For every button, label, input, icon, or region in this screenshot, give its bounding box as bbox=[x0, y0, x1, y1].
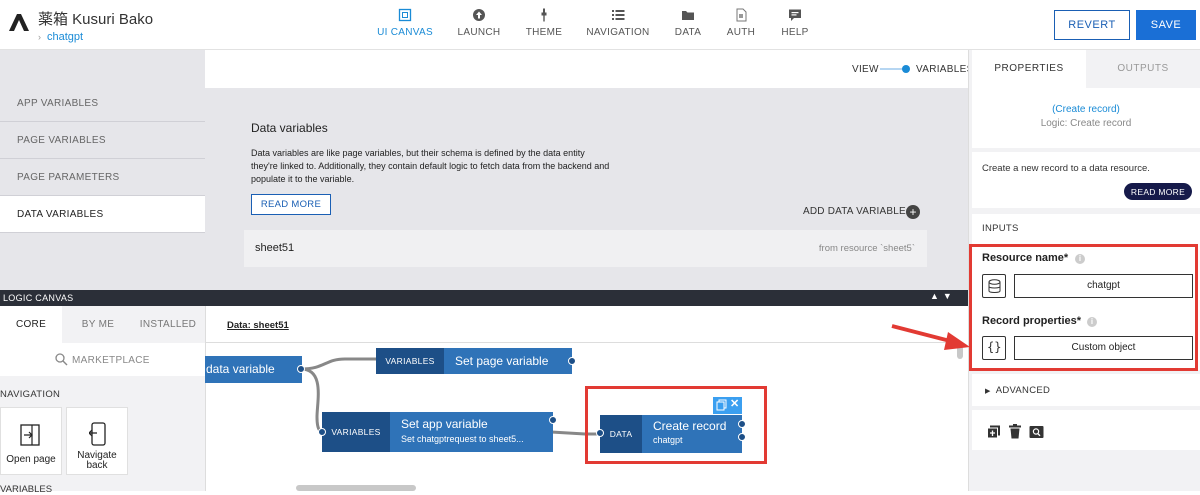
sidebar-item-page-parameters[interactable]: PAGE PARAMETERS bbox=[0, 159, 205, 196]
data-variable-row[interactable]: sheet51 from resource `sheet5` bbox=[244, 230, 927, 267]
launch-icon bbox=[473, 9, 485, 21]
node-title: Set page variable bbox=[455, 354, 549, 368]
node-tag: VARIABLES bbox=[322, 412, 390, 452]
marketplace-label[interactable]: MARKETPLACE bbox=[72, 355, 150, 366]
add-icon[interactable]: + bbox=[906, 205, 920, 219]
tab-label: THEME bbox=[525, 27, 563, 38]
auth-icon bbox=[736, 8, 747, 22]
duplicate-icon[interactable] bbox=[987, 425, 1001, 439]
tab-help[interactable]: HELP bbox=[755, 8, 835, 38]
logic-canvas-bar bbox=[0, 290, 968, 306]
read-more-button[interactable]: READ MORE bbox=[1124, 183, 1192, 200]
tab-outputs[interactable]: OUTPUTS bbox=[1086, 50, 1200, 88]
panel-title: Data variables bbox=[251, 121, 328, 135]
red-arrow-icon bbox=[891, 324, 970, 350]
caret-right-icon: ▶ bbox=[985, 388, 991, 395]
panel-description: Data variables are like page variables, … bbox=[251, 148, 610, 184]
breadcrumb[interactable]: › chatgpt bbox=[38, 31, 83, 43]
logic-canvas-title: LOGIC CANVAS bbox=[3, 293, 74, 303]
node-name-link[interactable]: (Create record) bbox=[972, 104, 1200, 115]
node-actions bbox=[972, 410, 1200, 450]
inspect-icon[interactable] bbox=[1029, 425, 1044, 439]
tab-navigation[interactable]: NAVIGATION bbox=[578, 8, 658, 38]
output-port[interactable] bbox=[549, 416, 557, 424]
tab-core[interactable]: CORE bbox=[0, 306, 62, 343]
breadcrumb-page[interactable]: chatgpt bbox=[47, 31, 83, 43]
tab-by-me[interactable]: BY ME bbox=[65, 306, 131, 343]
node-title: data variable bbox=[206, 362, 275, 376]
advanced-label: ADVANCED bbox=[995, 385, 1051, 396]
theme-icon bbox=[541, 8, 547, 22]
output-port[interactable] bbox=[568, 357, 576, 365]
highlight-create-record bbox=[585, 386, 767, 464]
tab-label: UI CANVAS bbox=[377, 27, 433, 38]
tab-label: HELP bbox=[781, 27, 809, 38]
caret-up-icon[interactable]: ▲ bbox=[930, 291, 943, 301]
tab-installed[interactable]: INSTALLED bbox=[134, 306, 202, 343]
set-app-variable-node[interactable]: Set app variable Set chatgptrequest to s… bbox=[390, 412, 553, 452]
read-more-button[interactable]: READ MORE bbox=[251, 194, 331, 215]
input-port[interactable] bbox=[318, 428, 326, 436]
sidebar-item-data-variables[interactable]: DATA VARIABLES bbox=[0, 196, 205, 233]
navigation-icon bbox=[612, 10, 625, 20]
card-label: Navigate back bbox=[77, 450, 117, 471]
search-icon bbox=[55, 353, 68, 366]
node-title: Set app variable bbox=[401, 417, 488, 431]
tab-label: NAVIGATION bbox=[586, 27, 650, 38]
trash-icon[interactable] bbox=[1009, 424, 1021, 439]
advanced-toggle[interactable]: ▶ ADVANCED bbox=[985, 385, 1050, 396]
tab-ui-canvas[interactable]: UI CANVAS bbox=[365, 8, 445, 38]
ui-canvas-icon bbox=[398, 8, 412, 22]
app-logo-icon[interactable] bbox=[8, 12, 30, 32]
highlight-inputs bbox=[969, 244, 1198, 371]
navigation-section-title: NAVIGATION bbox=[0, 389, 61, 400]
function-card-open-page[interactable]: Open page bbox=[0, 407, 62, 475]
folder-icon bbox=[682, 11, 694, 20]
caret-down-icon[interactable]: ▼ bbox=[943, 291, 956, 301]
sidebar-item-page-variables[interactable]: PAGE VARIABLES bbox=[0, 122, 205, 159]
data-variable-name: sheet51 bbox=[255, 242, 295, 254]
variables-sidebar: APP VARIABLES PAGE VARIABLES PAGE PARAME… bbox=[0, 50, 205, 290]
data-variable-node[interactable]: data variable bbox=[205, 356, 302, 383]
revert-button[interactable]: REVERT bbox=[1054, 10, 1130, 40]
node-type-label: Logic: Create record bbox=[1040, 118, 1132, 129]
variables-section-title: VARIABLES bbox=[0, 484, 53, 495]
tab-label: LAUNCH bbox=[457, 27, 501, 38]
view-label[interactable]: VIEW bbox=[852, 64, 879, 75]
canvas-horizontal-scrollbar[interactable] bbox=[296, 485, 416, 491]
tab-properties[interactable]: PROPERTIES bbox=[972, 50, 1086, 88]
top-header: 薬箱 Kusuri Bako › chatgpt UI CANVAS LAUNCH… bbox=[0, 0, 1200, 50]
open-page-icon bbox=[20, 424, 40, 446]
view-toggle-switch[interactable] bbox=[880, 64, 914, 74]
help-icon bbox=[789, 9, 801, 21]
node-description: Create a new record to a data resource. bbox=[982, 163, 1150, 174]
tab-label: AUTH bbox=[726, 27, 756, 38]
card-label: Open page bbox=[6, 454, 56, 465]
function-card-navigate-back[interactable]: Navigate back bbox=[66, 407, 128, 475]
add-data-variable-label[interactable]: ADD DATA VARIABLE bbox=[803, 206, 906, 217]
app-title: 薬箱 Kusuri Bako bbox=[38, 11, 154, 28]
data-variable-source: from resource `sheet5` bbox=[818, 243, 915, 254]
tab-label: DATA bbox=[674, 27, 702, 38]
collapse-expand-controls[interactable]: ▲▼ bbox=[930, 291, 956, 301]
node-subtitle: Set chatgptrequest to sheet5... bbox=[401, 434, 524, 444]
output-port[interactable] bbox=[297, 365, 305, 373]
canvas-tab-data-sheet51[interactable]: Data: sheet51 bbox=[227, 320, 289, 331]
variables-view-label[interactable]: VARIABLES bbox=[916, 64, 974, 75]
sidebar-item-app-variables[interactable]: APP VARIABLES bbox=[0, 85, 205, 122]
node-tag: VARIABLES bbox=[376, 348, 444, 374]
navigate-back-icon bbox=[89, 422, 106, 446]
set-page-variable-node[interactable]: Set page variable bbox=[444, 348, 572, 374]
chevron-right-icon: › bbox=[38, 32, 41, 42]
tab-theme[interactable]: THEME bbox=[504, 8, 584, 38]
inputs-section-title: INPUTS bbox=[982, 223, 1019, 234]
save-button[interactable]: SAVE bbox=[1136, 10, 1196, 40]
